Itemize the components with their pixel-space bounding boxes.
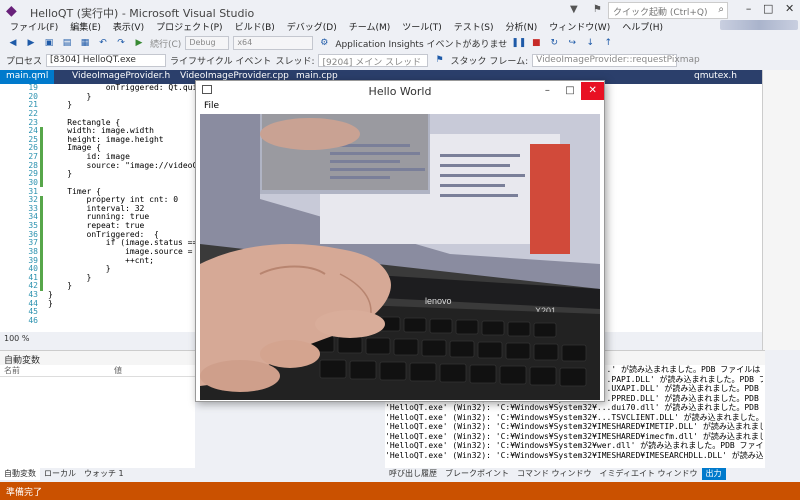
stop-icon[interactable]: ■ [529, 36, 543, 50]
debug-location-toolbar: プロセス [8304] HelloQT.exe ライフサイクル イベント スレッ… [0, 52, 800, 68]
quick-launch-placeholder: クイック起動 (Ctrl+Q) [613, 8, 708, 18]
output-line: 'HelloQT.exe' (Win32): 'C:¥Windows¥Syste… [385, 431, 763, 441]
qt-window-controls: – □ ✕ [536, 82, 605, 100]
menu-bar: ファイル(F) 編集(E) 表示(V) プロジェクト(P) ビルド(B) デバッ… [0, 18, 800, 34]
menu-window[interactable]: ウィンドウ(W) [543, 18, 616, 34]
laptop-brand-text: lenovo [425, 296, 452, 306]
zoom-level[interactable]: 100 % [0, 334, 200, 346]
tab-qmutex-h[interactable]: qmutex.h [688, 70, 743, 84]
output-line: 'HelloQT.exe' (Win32): 'C:¥Windows¥Syste… [385, 450, 763, 460]
autos-panel: 自動変数 名前 値 [0, 350, 195, 480]
continue-button[interactable]: 続行(C) [150, 37, 181, 50]
back-icon[interactable]: ◀ [6, 36, 20, 50]
qt-maximize-button[interactable]: □ [559, 82, 582, 100]
process-label: プロセス [6, 56, 43, 67]
name-column-header[interactable]: 名前 [0, 365, 110, 376]
menu-project[interactable]: プロジェクト(P) [150, 18, 228, 34]
tab-watch-1[interactable]: ウォッチ 1 [80, 468, 128, 480]
menu-test[interactable]: テスト(S) [448, 18, 500, 34]
menu-build[interactable]: ビルド(B) [229, 18, 281, 34]
restart-icon[interactable]: ↻ [547, 36, 561, 50]
stack-frame-select[interactable]: VideoImageProvider::requestPixmap [532, 53, 700, 67]
tab-videoimageprovider-h[interactable]: VideoImageProvider.h [66, 70, 176, 84]
filter-icon[interactable]: ⚑ [432, 53, 446, 67]
tab-breakpoints[interactable]: ブレークポイント [441, 468, 513, 480]
platform-select[interactable]: x64 [233, 36, 314, 50]
forward-icon[interactable]: ▶ [24, 36, 38, 50]
tab-output[interactable]: 出力 [701, 468, 726, 480]
debug-tabs: 自動変数 ローカル ウォッチ 1 [0, 468, 195, 480]
menu-tools[interactable]: ツール(T) [396, 18, 448, 34]
standard-toolbar: ◀ ▶ ▣ ▤ ▦ ↶ ↷ ▶ 続行(C) Debug x64 ⚙ Applic… [0, 34, 800, 52]
qt-menu-file[interactable]: File [204, 101, 219, 111]
autos-header: 名前 値 [0, 365, 195, 377]
open-folder-icon[interactable]: ▤ [60, 36, 74, 50]
menu-debug[interactable]: デバッグ(D) [281, 18, 343, 34]
settings-icon[interactable]: ⚙ [317, 36, 331, 50]
lifecycle-events-button[interactable]: ライフサイクル イベント [170, 54, 271, 67]
output-tabs: 呼び出し履歴 ブレークポイント コマンド ウィンドウ イミディエイト ウィンドウ… [385, 468, 765, 480]
step-over-icon[interactable]: ↪ [565, 36, 579, 50]
qt-title-bar[interactable]: Hello World – □ ✕ [196, 81, 605, 101]
change-indicator [40, 196, 43, 291]
tab-locals[interactable]: ローカル [40, 468, 80, 480]
status-text: 準備完了 [6, 488, 43, 498]
qt-close-button[interactable]: ✕ [581, 82, 605, 100]
redo-icon[interactable]: ↷ [114, 36, 128, 50]
output-line: 'HelloQT.exe' (Win32): 'C:¥Windows¥Syste… [385, 422, 763, 431]
search-icon: ⌕ [718, 4, 724, 15]
pause-icon[interactable]: ❚❚ [511, 36, 526, 50]
thread-select[interactable]: [9204] メイン スレッド [318, 53, 429, 68]
undo-icon[interactable]: ↶ [96, 36, 110, 50]
line-number: 46 [28, 315, 38, 325]
menu-team[interactable]: チーム(M) [343, 18, 397, 34]
notification-icons[interactable]: ▼ ⚑ [570, 4, 608, 15]
app-icon [202, 85, 212, 94]
hello-world-window[interactable]: Hello World – □ ✕ File lenovo X201 [195, 80, 605, 402]
visual-studio-logo-icon: ◆ [6, 3, 17, 19]
step-out-icon[interactable]: ↑ [601, 36, 615, 50]
continue-icon[interactable]: ▶ [132, 36, 146, 50]
menu-analyze[interactable]: 分析(N) [500, 18, 544, 34]
output-line: 'HelloQT.exe' (Win32): 'C:¥Windows¥Syste… [385, 441, 763, 450]
change-indicator [40, 127, 43, 187]
thread-label: スレッド: [275, 56, 315, 67]
quick-launch-input[interactable]: クイック起動 (Ctrl+Q) ⌕ [608, 2, 728, 19]
menu-help[interactable]: ヘルプ(H) [616, 18, 669, 34]
line-numbers: 19 20 21 22 23 24 25 26 27 28 29 30 31 32 33 34 35 36 37 38… [4, 83, 38, 326]
qt-menu-bar: File [196, 101, 604, 114]
tab-call-stack[interactable]: 呼び出し履歴 [385, 468, 441, 480]
new-file-icon[interactable]: ▣ [42, 36, 56, 50]
user-account-avatar[interactable] [720, 20, 798, 30]
value-column-header[interactable]: 値 [110, 365, 122, 376]
solution-explorer-panel[interactable] [762, 70, 800, 350]
app-insights-label[interactable]: Application Insights イベントがありませ [335, 37, 507, 50]
tab-autos[interactable]: 自動変数 [0, 468, 40, 480]
save-icon[interactable]: ▦ [78, 36, 92, 50]
status-bar: 準備完了 [0, 482, 800, 500]
menu-file[interactable]: ファイル(F) [4, 18, 64, 34]
step-into-icon[interactable]: ↓ [583, 36, 597, 50]
config-select[interactable]: Debug [185, 36, 230, 50]
qt-minimize-button[interactable]: – [536, 82, 559, 100]
tab-immediate-window[interactable]: イミディエイト ウィンドウ [596, 468, 702, 480]
menu-edit[interactable]: 編集(E) [64, 18, 107, 34]
video-capture-image: lenovo X201 [200, 114, 600, 400]
tab-main-qml[interactable]: main.qml [0, 70, 55, 84]
menu-view[interactable]: 表示(V) [107, 18, 150, 34]
tab-command-window[interactable]: コマンド ウィンドウ [513, 468, 596, 480]
stack-frame-label: スタック フレーム: [450, 56, 529, 67]
output-line: 'HelloQT.exe' (Win32): 'C:¥Windows¥Syste… [385, 403, 759, 412]
autos-title: 自動変数 [0, 351, 195, 366]
process-select[interactable]: [8304] HelloQT.exe [46, 53, 167, 67]
output-line: 'HelloQT.exe' (Win32): 'C:¥Windows¥Syste… [385, 412, 763, 422]
